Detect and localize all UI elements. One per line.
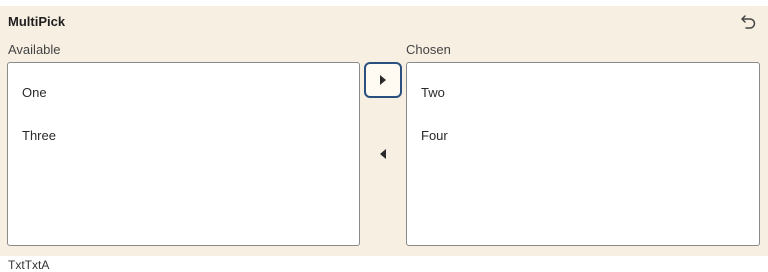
move-left-button[interactable] xyxy=(364,136,402,172)
list-item[interactable]: Two xyxy=(421,85,445,100)
footer-text: TxtTxtA xyxy=(8,258,50,272)
list-item[interactable]: One xyxy=(22,85,47,100)
list-item[interactable]: Four xyxy=(421,128,448,143)
chosen-label: Chosen xyxy=(406,42,451,57)
available-label: Available xyxy=(8,42,61,57)
caret-left-icon xyxy=(380,149,386,159)
available-listbox[interactable]: One Three xyxy=(7,62,360,246)
caret-right-icon xyxy=(380,75,386,85)
move-right-button[interactable] xyxy=(364,62,402,98)
chosen-listbox[interactable]: Two Four xyxy=(406,62,760,246)
multipick-panel: MultiPick Available Chosen One Three Two… xyxy=(0,6,768,256)
widget-title: MultiPick xyxy=(8,14,66,29)
list-item[interactable]: Three xyxy=(22,128,56,143)
undo-icon[interactable] xyxy=(740,12,758,30)
